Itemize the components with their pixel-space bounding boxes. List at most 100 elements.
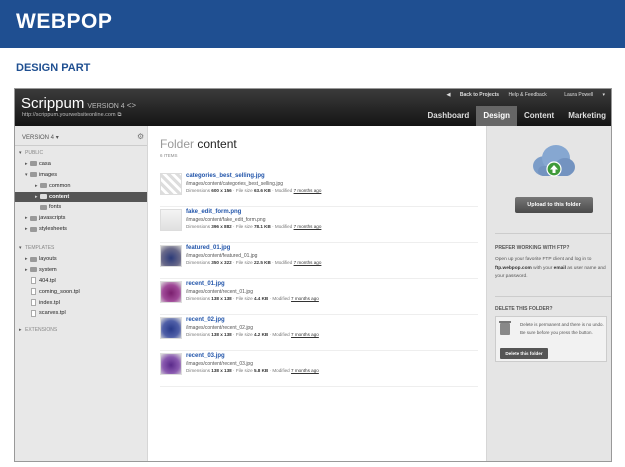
file-label: 404.tpl	[39, 277, 56, 284]
file-name-link[interactable]: recent_02.jpg	[186, 317, 225, 323]
file-icon	[31, 288, 36, 296]
file-row[interactable]: featured_01.jpg /images/content/featured…	[160, 245, 478, 281]
file-thumbnail[interactable]	[160, 173, 182, 195]
app-logo[interactable]: Scrippum VERSION 4 <>	[21, 95, 136, 112]
file-path: /images/content/recent_03.jpg	[186, 361, 253, 367]
tree-file-coming-soon[interactable]: coming_soon.tpl	[15, 287, 147, 298]
tree-section-templates[interactable]: ▾ TEMPLATES	[15, 243, 147, 254]
folder-label: fonts	[49, 204, 62, 211]
delete-folder-button[interactable]: Delete this folder	[500, 348, 548, 359]
file-thumbnail[interactable]	[160, 353, 182, 375]
back-to-projects-label: Back to Projects	[459, 92, 500, 98]
tree-section-public[interactable]: ▾ PUBLIC	[15, 148, 147, 159]
delete-heading: DELETE THIS FOLDER?	[495, 306, 553, 312]
version-select[interactable]: VERSION 4 ▾	[22, 134, 59, 141]
delete-warning: Delete is permanent and there is no undo…	[520, 322, 604, 335]
site-url-text: http://scrippum.yourwebsiteonline.com	[22, 112, 116, 118]
file-row[interactable]: recent_03.jpg /images/content/recent_03.…	[160, 353, 478, 389]
file-size: 22.5 KB	[253, 260, 271, 265]
file-thumbnail[interactable]	[160, 245, 182, 267]
code-icon[interactable]: <>	[127, 101, 136, 110]
file-name-link[interactable]: categories_best_selling.jpg	[186, 173, 265, 179]
chevron-down-icon: ▾	[19, 245, 22, 252]
folder-icon	[30, 267, 37, 273]
tree-folder-content[interactable]: ▸ content	[15, 191, 147, 203]
chevron-right-icon: ▸	[35, 182, 38, 189]
upload-button[interactable]: Upload to this folder	[515, 197, 593, 213]
tree-folder-stylesheets[interactable]: ▸ stylesheets	[15, 224, 147, 235]
tree-folder-common[interactable]: ▸ common	[15, 181, 147, 192]
tab-design[interactable]: Design	[476, 106, 517, 126]
file-modified: 7 months ago	[291, 332, 319, 337]
file-size-label: File size	[235, 332, 253, 337]
gear-icon[interactable]: ⚙	[137, 132, 144, 141]
cloud-upload-icon[interactable]	[530, 142, 576, 182]
back-to-projects-link[interactable]: ◀ Back to Projects	[447, 92, 499, 98]
dimensions-label: Dimensions	[186, 368, 210, 373]
site-url[interactable]: http://scrippum.yourwebsiteonline.com ⧉	[22, 112, 121, 119]
folder-label: common	[49, 182, 71, 189]
tree-folder-system[interactable]: ▸ system	[15, 265, 147, 276]
tree-folder-fonts[interactable]: fonts	[15, 202, 147, 213]
file-dimensions: 600 x 156	[211, 188, 232, 193]
top-links: ◀ Back to Projects Help & Feedback Laura…	[439, 92, 605, 98]
folder-label: javascripts	[39, 215, 66, 222]
slide-subtitle: DESIGN PART	[16, 62, 91, 74]
modified-label: Modified	[274, 188, 293, 193]
file-row[interactable]: categories_best_selling.jpg /images/cont…	[160, 173, 478, 209]
folder-panel: Folder content 6 ITEMS categories_best_s…	[147, 126, 487, 461]
user-menu[interactable]: Laura Powell ▾	[556, 92, 605, 98]
tab-content[interactable]: Content	[517, 106, 561, 126]
chevron-right-icon: ▸	[25, 160, 28, 167]
tree-file-404[interactable]: 404.tpl	[15, 276, 147, 287]
file-label: coming_soon.tpl	[39, 288, 80, 295]
file-name-link[interactable]: recent_03.jpg	[186, 353, 225, 359]
folder-icon	[40, 204, 47, 210]
folder-label: system	[39, 266, 57, 273]
folder-icon	[40, 194, 47, 200]
file-path: /images/content/recent_02.jpg	[186, 325, 253, 331]
file-size: 5.8 KB	[253, 368, 269, 373]
file-row[interactable]: fake_edit_form.png /images/content/fake_…	[160, 209, 478, 245]
tab-marketing[interactable]: Marketing	[561, 106, 611, 126]
ftp-email: email	[553, 265, 566, 271]
tree-folder-casa[interactable]: ▸ casa	[15, 159, 147, 170]
file-name-link[interactable]: featured_01.jpg	[186, 245, 230, 251]
divider	[15, 145, 147, 146]
file-name-link[interactable]: recent_01.jpg	[186, 281, 225, 287]
tree-folder-images[interactable]: ▾ images	[15, 170, 147, 181]
file-row[interactable]: recent_02.jpg /images/content/recent_02.…	[160, 317, 478, 353]
tree-folder-javascripts[interactable]: ▸ javascripts	[15, 213, 147, 224]
dimensions-label: Dimensions	[186, 224, 210, 229]
dimensions-label: Dimensions	[186, 296, 210, 301]
tree-file-scarves[interactable]: scarves.tpl	[15, 308, 147, 319]
file-modified: 7 months ago	[293, 188, 322, 193]
tree-file-index[interactable]: index.tpl	[15, 298, 147, 309]
tree-folder-layouts[interactable]: ▸ layouts	[15, 254, 147, 265]
help-feedback-link[interactable]: Help & Feedback	[508, 92, 546, 98]
app-screenshot: Scrippum VERSION 4 <> http://scrippum.your…	[14, 88, 612, 462]
file-size-label: File size	[235, 296, 253, 301]
external-link-icon[interactable]: ⧉	[118, 112, 122, 118]
file-dimensions: 396 x 882	[211, 224, 232, 229]
file-row[interactable]: recent_01.jpg /images/content/recent_01.…	[160, 281, 478, 317]
file-size-label: File size	[235, 260, 253, 265]
modified-label: Modified	[272, 368, 290, 373]
file-icon	[31, 309, 36, 317]
folder-icon	[30, 172, 37, 178]
file-thumbnail[interactable]	[160, 281, 182, 303]
folder-icon	[30, 215, 37, 221]
tree-section-extensions[interactable]: ▸ EXTENSIONS	[15, 325, 147, 336]
file-path: /images/content/categories_best_selling.…	[186, 181, 284, 187]
file-meta: Dimensions 138 x 138 · File size 4.2 KB …	[186, 332, 319, 337]
right-sidebar: Upload to this folder PREFER WORKING WIT…	[487, 126, 611, 461]
file-label: scarves.tpl	[39, 310, 66, 317]
folder-label: layouts	[39, 256, 57, 263]
file-name-link[interactable]: fake_edit_form.png	[186, 209, 241, 215]
modified-label: Modified	[272, 332, 290, 337]
tab-dashboard[interactable]: Dashboard	[421, 106, 477, 126]
file-meta: Dimensions 138 x 138 · File size 5.8 KB …	[186, 368, 319, 373]
file-thumbnail[interactable]	[160, 317, 182, 339]
file-thumbnail[interactable]	[160, 209, 182, 231]
main-nav: Dashboard Design Content Marketing	[421, 106, 611, 126]
